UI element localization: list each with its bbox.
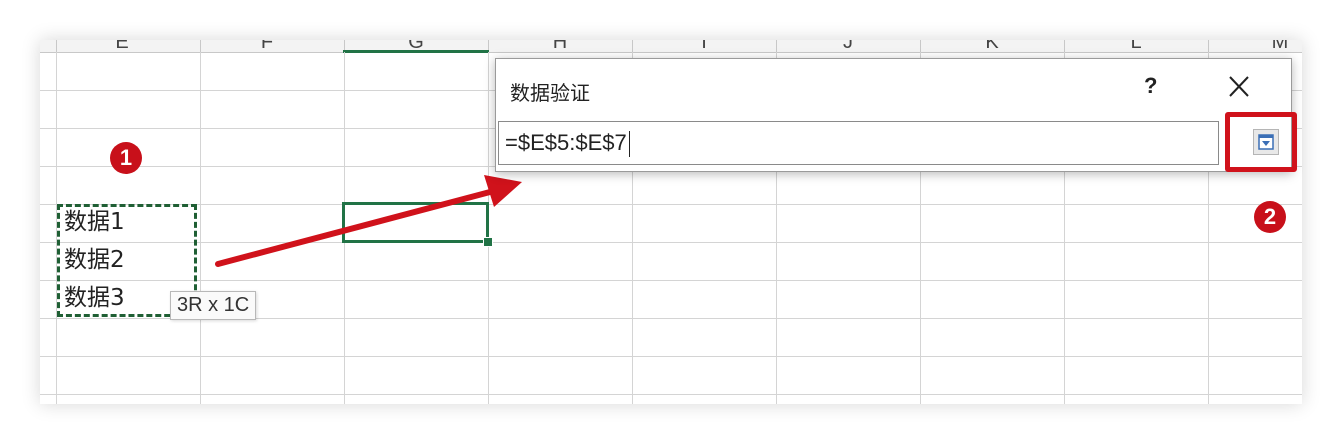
column-header-bar: E F G H I J K L M [40, 40, 1302, 53]
column-separator[interactable] [920, 40, 921, 52]
step-badge-1: 1 [110, 142, 142, 174]
close-icon [1229, 76, 1249, 97]
gridline [40, 204, 1302, 205]
selection-size-tooltip: 3R x 1C [170, 291, 257, 320]
column-header-m[interactable]: M [1260, 40, 1300, 52]
column-header-k[interactable]: K [972, 40, 1012, 52]
selected-column-indicator [343, 50, 489, 53]
column-header-l[interactable]: L [1116, 40, 1156, 52]
gridline [200, 52, 201, 404]
annotation-highlight-box [1225, 112, 1297, 172]
column-separator[interactable] [200, 40, 201, 52]
column-separator[interactable] [1208, 40, 1209, 52]
help-button[interactable]: ? [1144, 73, 1157, 99]
column-separator[interactable] [1064, 40, 1065, 52]
column-separator[interactable] [632, 40, 633, 52]
column-separator[interactable] [56, 40, 57, 52]
text-caret [628, 131, 630, 158]
reference-value: =$E$5:$E$7 [505, 130, 627, 155]
fill-handle[interactable] [483, 237, 493, 247]
gridline [40, 280, 1302, 281]
dialog-title: 数据验证 [510, 81, 590, 105]
reference-input[interactable]: =$E$5:$E$7 [498, 121, 1219, 165]
active-cell-g5[interactable] [342, 202, 489, 243]
gridline [40, 356, 1302, 357]
column-header-e[interactable]: E [102, 40, 142, 52]
step-badge-2: 2 [1254, 201, 1286, 233]
close-button[interactable] [1219, 69, 1259, 105]
data-validation-dialog: 数据验证 ? =$E$5:$E$7 [495, 58, 1292, 172]
gridline [40, 242, 1302, 243]
column-header-j[interactable]: J [828, 40, 868, 52]
gridline [40, 394, 1302, 395]
column-header-h[interactable]: H [540, 40, 580, 52]
column-separator[interactable] [776, 40, 777, 52]
column-header-i[interactable]: I [684, 40, 724, 52]
column-header-f[interactable]: F [247, 40, 287, 52]
